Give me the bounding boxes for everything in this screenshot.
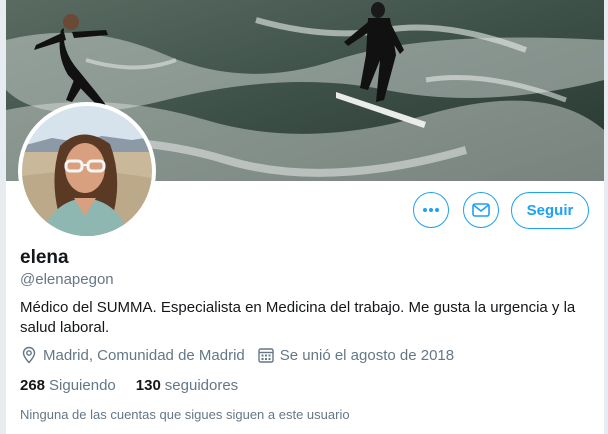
following-count: 268 (20, 377, 46, 394)
following-label: Siguiendo (49, 377, 116, 394)
followers-link[interactable]: 130 seguidores (136, 377, 238, 394)
profile-page: Seguir elena @elenapegon Médico del SUMM… (0, 0, 608, 434)
envelope-icon (472, 203, 490, 217)
profile-meta: Madrid, Comunidad de Madrid Se unió el a… (20, 346, 454, 364)
avatar-photo (22, 106, 152, 236)
following-link[interactable]: 268 Siguiendo (20, 377, 116, 394)
profile-avatar[interactable] (18, 102, 156, 240)
message-button[interactable] (463, 192, 499, 228)
follow-button[interactable]: Seguir (511, 192, 589, 229)
page-edge-right (604, 0, 608, 434)
profile-name: elena (20, 247, 69, 268)
location-pin-icon (20, 346, 38, 364)
more-options-button[interactable] (413, 192, 449, 228)
more-icon (423, 208, 439, 212)
profile-handle: @elenapegon (20, 271, 114, 288)
profile-stats: 268 Siguiendo 130 seguidores (20, 377, 238, 394)
calendar-icon (257, 346, 275, 364)
followers-count: 130 (135, 377, 161, 394)
profile-joined-date: Se unió el agosto de 2018 (279, 346, 455, 364)
followers-label: seguidores (164, 377, 239, 394)
followers-you-know-note: Ninguna de las cuentas que sigues siguen… (20, 407, 350, 422)
profile-bio: Médico del SUMMA. Especialista en Medici… (20, 299, 576, 336)
profile-location: Madrid, Comunidad de Madrid (43, 346, 245, 364)
